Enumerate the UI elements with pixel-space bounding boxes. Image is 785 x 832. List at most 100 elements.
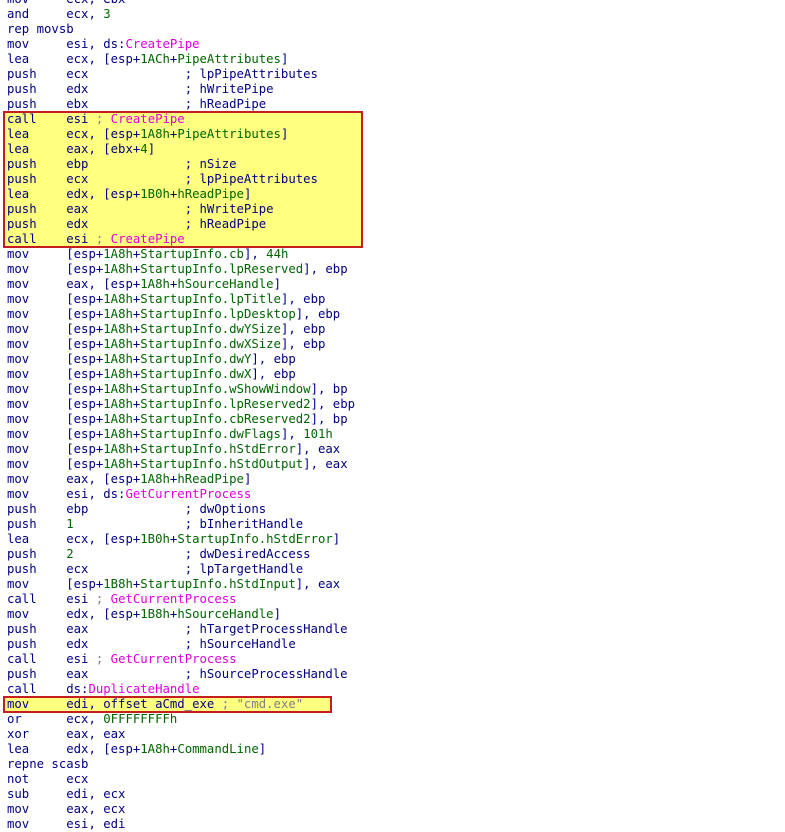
asm-mnemonic: and xyxy=(7,7,67,21)
asm-line[interactable]: call esi ; GetCurrentProcess xyxy=(7,592,237,607)
asm-operand: StartupInfo.dwXSize xyxy=(140,337,281,351)
asm-operand: edi, offset xyxy=(66,697,156,711)
asm-line[interactable]: mov [esp+1A8h+StartupInfo.lpReserved2], … xyxy=(7,397,355,412)
asm-line[interactable]: lea ecx, [esp+1B0h+StartupInfo.hStdError… xyxy=(7,532,340,547)
asm-operand: [esp+ xyxy=(66,262,104,276)
asm-line[interactable]: mov [esp+1A8h+StartupInfo.dwX], ebp xyxy=(7,367,296,382)
asm-operand: [esp+ xyxy=(66,412,104,426)
asm-line[interactable]: mov [esp+1B8h+StartupInfo.hStdInput], ea… xyxy=(7,577,340,592)
asm-operand: 1A8h xyxy=(103,292,133,306)
asm-operand: StartupInfo.dwX xyxy=(140,367,252,381)
asm-operand: [esp+ xyxy=(66,382,104,396)
asm-line[interactable]: lea ecx, [esp+1A8h+PipeAttributes] xyxy=(7,127,288,142)
asm-mnemonic: push xyxy=(7,67,67,81)
asm-operand: ecx, [esp+ xyxy=(66,532,141,546)
asm-line[interactable]: lea ecx, [esp+1ACh+PipeAttributes] xyxy=(7,52,288,67)
asm-operand: ecx, [esp+ xyxy=(66,127,141,141)
asm-line[interactable]: mov eax, [esp+1A8h+hReadPipe] xyxy=(7,472,251,487)
asm-line[interactable]: push edx ; hSourceHandle xyxy=(7,637,296,652)
asm-line[interactable]: mov esi, ds:CreatePipe xyxy=(7,37,200,52)
asm-operand: StartupInfo.hStdError xyxy=(177,532,333,546)
asm-line[interactable]: xor eax, eax xyxy=(7,727,125,742)
asm-line[interactable]: mov [esp+1A8h+StartupInfo.lpReserved], e… xyxy=(7,262,348,277)
asm-operand: ; dwDesiredAccess xyxy=(73,547,311,561)
asm-line[interactable]: push eax ; hWritePipe xyxy=(7,202,274,217)
asm-line[interactable]: mov eax, ecx xyxy=(7,802,125,817)
asm-operand: 4 xyxy=(140,142,148,156)
asm-line[interactable]: repne scasb xyxy=(7,757,88,772)
asm-operand: [esp+ xyxy=(66,397,104,411)
asm-line[interactable]: lea edx, [esp+1B0h+hReadPipe] xyxy=(7,187,251,202)
asm-operand: ; "cmd.exe" xyxy=(214,697,304,711)
asm-line[interactable]: push 2 ; dwDesiredAccess xyxy=(7,547,311,562)
asm-line[interactable]: mov [esp+1A8h+StartupInfo.hStdError], ea… xyxy=(7,442,340,457)
asm-line[interactable]: mov [esp+1A8h+StartupInfo.dwFlags], 101h xyxy=(7,427,333,442)
asm-mnemonic: mov xyxy=(7,457,67,471)
asm-operand: hReadPipe xyxy=(177,472,244,486)
asm-operand: ], eax xyxy=(295,577,341,591)
asm-line[interactable]: call esi ; CreatePipe xyxy=(7,112,185,127)
asm-line[interactable]: mov eax, [esp+1A8h+hSourceHandle] xyxy=(7,277,281,292)
asm-mnemonic: mov xyxy=(7,307,67,321)
asm-line[interactable]: mov [esp+1A8h+StartupInfo.cbReserved2], … xyxy=(7,412,348,427)
asm-line[interactable]: push ebp ; nSize xyxy=(7,157,237,172)
asm-mnemonic: push xyxy=(7,202,67,216)
asm-line[interactable]: mov edx, [esp+1B8h+hSourceHandle] xyxy=(7,607,281,622)
asm-line[interactable]: lea eax, [ebx+4] xyxy=(7,142,155,157)
asm-line[interactable]: push ecx ; lpPipeAttributes xyxy=(7,172,318,187)
asm-operand: ; xyxy=(95,112,111,126)
asm-operand: CommandLine xyxy=(177,742,259,756)
asm-line[interactable]: mov esi, ds:GetCurrentProcess xyxy=(7,487,251,502)
asm-line[interactable]: push edx ; hWritePipe xyxy=(7,82,274,97)
asm-line[interactable]: mov ecx, ebx xyxy=(7,0,125,7)
asm-operand: [esp+ xyxy=(66,292,104,306)
asm-mnemonic: mov xyxy=(7,412,67,426)
asm-line[interactable]: mov [esp+1A8h+StartupInfo.lpDesktop], eb… xyxy=(7,307,340,322)
asm-operand: esi, edi xyxy=(66,817,126,831)
asm-line[interactable]: push ecx ; lpTargetHandle xyxy=(7,562,303,577)
asm-operand: 1A8h xyxy=(103,352,133,366)
asm-operand: eax, eax xyxy=(66,727,126,741)
asm-operand: ] xyxy=(332,532,341,546)
asm-line[interactable]: mov [esp+1A8h+StartupInfo.dwYSize], ebp xyxy=(7,322,325,337)
asm-operand: 1A8h xyxy=(103,307,133,321)
asm-mnemonic: call xyxy=(7,112,67,126)
asm-operand: 44h xyxy=(266,247,289,261)
asm-line[interactable]: push 1 ; bInheritHandle xyxy=(7,517,303,532)
asm-line[interactable]: call esi ; CreatePipe xyxy=(7,232,185,247)
asm-line[interactable]: push ebx ; hReadPipe xyxy=(7,97,266,112)
asm-line[interactable]: mov [esp+1A8h+StartupInfo.hStdOutput], e… xyxy=(7,457,348,472)
asm-line[interactable]: and ecx, 3 xyxy=(7,7,111,22)
asm-line[interactable]: call ds:DuplicateHandle xyxy=(7,682,200,697)
asm-operand: edx ; hSourceHandle xyxy=(66,637,296,651)
asm-line[interactable]: push edx ; hReadPipe xyxy=(7,217,266,232)
asm-line[interactable]: lea edx, [esp+1A8h+CommandLine] xyxy=(7,742,266,757)
asm-line[interactable]: mov edi, offset aCmd_exe ; "cmd.exe" xyxy=(7,697,303,712)
asm-line[interactable]: mov [esp+1A8h+StartupInfo.lpTitle], ebp xyxy=(7,292,325,307)
asm-line[interactable]: or ecx, 0FFFFFFFFh xyxy=(7,712,177,727)
asm-mnemonic: or xyxy=(7,712,67,726)
asm-mnemonic: mov xyxy=(7,802,67,816)
asm-line[interactable]: not ecx xyxy=(7,772,88,787)
asm-line[interactable]: mov [esp+1A8h+StartupInfo.dwY], ebp xyxy=(7,352,296,367)
asm-operand: DuplicateHandle xyxy=(88,682,200,696)
asm-line[interactable]: mov [esp+1A8h+StartupInfo.cb], 44h xyxy=(7,247,288,262)
asm-operand: StartupInfo.dwFlags xyxy=(140,427,281,441)
asm-operand: esi, ds: xyxy=(66,37,126,51)
asm-line[interactable]: mov [esp+1A8h+StartupInfo.dwXSize], ebp xyxy=(7,337,325,352)
asm-line[interactable]: call esi ; GetCurrentProcess xyxy=(7,652,237,667)
asm-line[interactable]: push eax ; hTargetProcessHandle xyxy=(7,622,348,637)
asm-line[interactable]: sub edi, ecx xyxy=(7,787,125,802)
asm-operand: 1A8h xyxy=(103,322,133,336)
asm-line[interactable]: push eax ; hSourceProcessHandle xyxy=(7,667,348,682)
asm-line[interactable]: mov [esp+1A8h+StartupInfo.wShowWindow], … xyxy=(7,382,348,397)
asm-operand: PipeAttributes xyxy=(177,127,281,141)
asm-line[interactable]: rep movsb xyxy=(7,22,74,37)
asm-mnemonic: call xyxy=(7,652,67,666)
asm-line[interactable]: push ecx ; lpPipeAttributes xyxy=(7,67,318,82)
asm-mnemonic: push xyxy=(7,562,67,576)
asm-operand: StartupInfo.lpReserved2 xyxy=(140,397,311,411)
asm-operand: ecx, [esp+ xyxy=(66,52,141,66)
asm-line[interactable]: push ebp ; dwOptions xyxy=(7,502,266,517)
asm-operand: GetCurrentProcess xyxy=(125,487,252,501)
